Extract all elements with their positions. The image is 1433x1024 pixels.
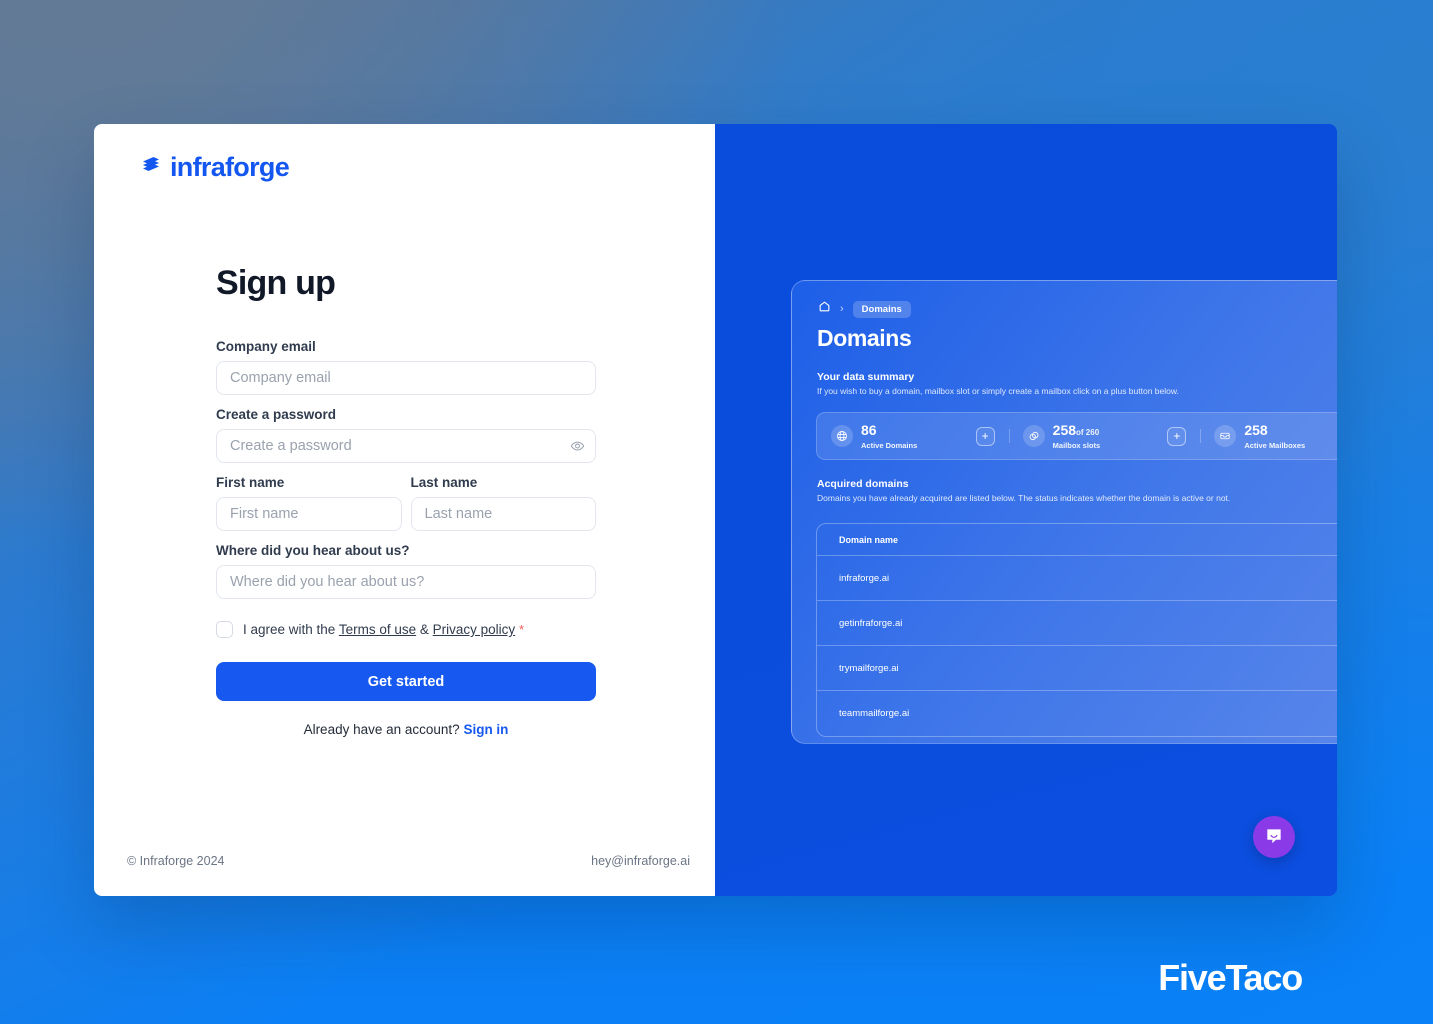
stat-number: 258	[1244, 422, 1268, 438]
sign-in-link[interactable]: Sign in	[463, 722, 508, 737]
contact-email: hey@infraforge.ai	[591, 854, 690, 868]
breadcrumb-current[interactable]: Domains	[852, 300, 911, 318]
eye-icon[interactable]	[570, 439, 585, 454]
breadcrumb-separator: ›	[840, 303, 844, 315]
cell-domain-name: teammailforge.ai	[839, 708, 910, 719]
stat-body: 258 Active Mailboxes	[1244, 422, 1337, 450]
first-name-label: First name	[216, 475, 285, 490]
agreement-prefix: I agree with the	[243, 622, 336, 637]
brand-name: infraforge	[170, 152, 290, 182]
stat-body: 258of 260 Mailbox slots	[1053, 422, 1160, 450]
referral-field[interactable]	[216, 565, 596, 599]
stats-bar: 86 Active Domains + 258of 260 Mailbox sl…	[816, 412, 1337, 460]
summary-heading: Your data summary	[817, 371, 915, 383]
globe-icon	[831, 425, 853, 447]
field-password: Create a password	[216, 407, 596, 463]
plus-icon[interactable]: +	[975, 426, 995, 446]
password-label: Create a password	[216, 407, 337, 422]
table-header-row: Domain name	[817, 524, 1337, 556]
first-name-field[interactable]	[216, 497, 402, 531]
stat-number: 258	[1052, 422, 1077, 438]
acquired-section-header: Acquired domains Domains you have alread…	[817, 478, 1337, 504]
stat-active-mailboxes: 258 Active Mailboxes +	[1200, 422, 1337, 450]
inbox-icon	[1214, 425, 1237, 447]
signin-prompt: Already have an account?	[303, 722, 460, 737]
password-field[interactable]	[216, 429, 596, 463]
table-row[interactable]: getinfraforge.ai	[817, 601, 1337, 646]
page-title: Sign up	[216, 264, 336, 302]
auth-card: infraforge Sign up Company email Create …	[94, 124, 1337, 896]
required-marker: *	[518, 622, 525, 637]
preview-page-title: Domains	[817, 325, 912, 351]
stat-label: Active Domains	[861, 441, 918, 450]
agreement-row: I agree with the Terms of use & Privacy …	[216, 621, 596, 638]
signup-form: Sign up Company email Create a password	[216, 264, 596, 737]
privacy-policy-link[interactable]: Privacy policy	[433, 622, 516, 637]
cell-domain-name: getinfraforge.ai	[839, 617, 903, 629]
field-referral: Where did you hear about us?	[216, 543, 596, 599]
stat-suffix: of 260	[1076, 428, 1100, 437]
table-row[interactable]: trymailforge.ai	[817, 646, 1337, 691]
breadcrumb: › Domains	[818, 300, 911, 318]
table-row[interactable]: teammailforge.ai	[817, 691, 1337, 736]
stat-label: Active Mailboxes	[1244, 441, 1306, 450]
email-field[interactable]	[216, 361, 596, 395]
agreement-conjunction: &	[419, 622, 429, 637]
stat-label: Mailbox slots	[1052, 441, 1101, 450]
password-input-wrap	[216, 429, 596, 463]
cell-domain-name: infraforge.ai	[839, 572, 890, 584]
agreement-text: I agree with the Terms of use & Privacy …	[243, 622, 524, 637]
mailbox-slots-icon	[1022, 425, 1045, 447]
name-row: First name Last name	[216, 475, 596, 531]
cell-domain-name: trymailforge.ai	[839, 662, 899, 674]
home-icon[interactable]	[818, 300, 831, 318]
chat-widget-button[interactable]	[1253, 816, 1295, 858]
copyright-text: © Infraforge 2024	[127, 854, 225, 868]
stat-value: 258of 260	[1053, 422, 1099, 438]
stat-value: 258	[1244, 422, 1267, 438]
stat-number: 86	[861, 422, 877, 438]
stat-active-domains: 86 Active Domains +	[817, 422, 1009, 450]
get-started-button[interactable]: Get started	[216, 662, 596, 701]
field-first-name: First name	[216, 475, 402, 531]
acquired-description: Domains you have already acquired are li…	[817, 493, 1231, 503]
last-name-label: Last name	[410, 475, 478, 490]
domains-table: Domain name infraforge.ai getinfraforge.…	[816, 523, 1337, 737]
field-company-email: Company email	[216, 339, 596, 395]
stat-mailbox-slots: 258of 260 Mailbox slots +	[1008, 422, 1201, 450]
summary-description: If you wish to buy a domain, mailbox slo…	[817, 386, 1179, 396]
column-header-domain-name: Domain name	[839, 534, 899, 545]
dashboard-preview: › Domains Domains Your data summary If y…	[791, 280, 1337, 744]
plus-icon[interactable]: +	[1167, 426, 1187, 446]
watermark: FiveTaco	[1158, 957, 1303, 998]
company-email-label: Company email	[216, 339, 316, 354]
field-last-name: Last name	[410, 475, 596, 531]
table-row[interactable]: infraforge.ai	[817, 556, 1337, 601]
chat-bubble-icon	[1264, 826, 1284, 849]
stat-body: 86 Active Domains	[861, 422, 968, 450]
referral-label: Where did you hear about us?	[216, 543, 410, 558]
terms-of-use-link[interactable]: Terms of use	[339, 622, 416, 637]
brand-logo[interactable]: infraforge	[138, 152, 290, 183]
infraforge-mark-icon	[138, 152, 164, 183]
signin-prompt-row: Already have an account? Sign in	[216, 722, 596, 737]
promo-pane: › Domains Domains Your data summary If y…	[715, 124, 1337, 896]
last-name-field[interactable]	[410, 497, 596, 531]
signup-pane: infraforge Sign up Company email Create …	[94, 124, 715, 896]
terms-checkbox[interactable]	[216, 621, 233, 638]
stat-value: 86	[861, 422, 877, 438]
pane-footer: © Infraforge 2024 hey@infraforge.ai	[127, 854, 690, 868]
summary-section-header: Your data summary If you wish to buy a d…	[817, 371, 1337, 397]
acquired-heading: Acquired domains	[817, 478, 909, 490]
